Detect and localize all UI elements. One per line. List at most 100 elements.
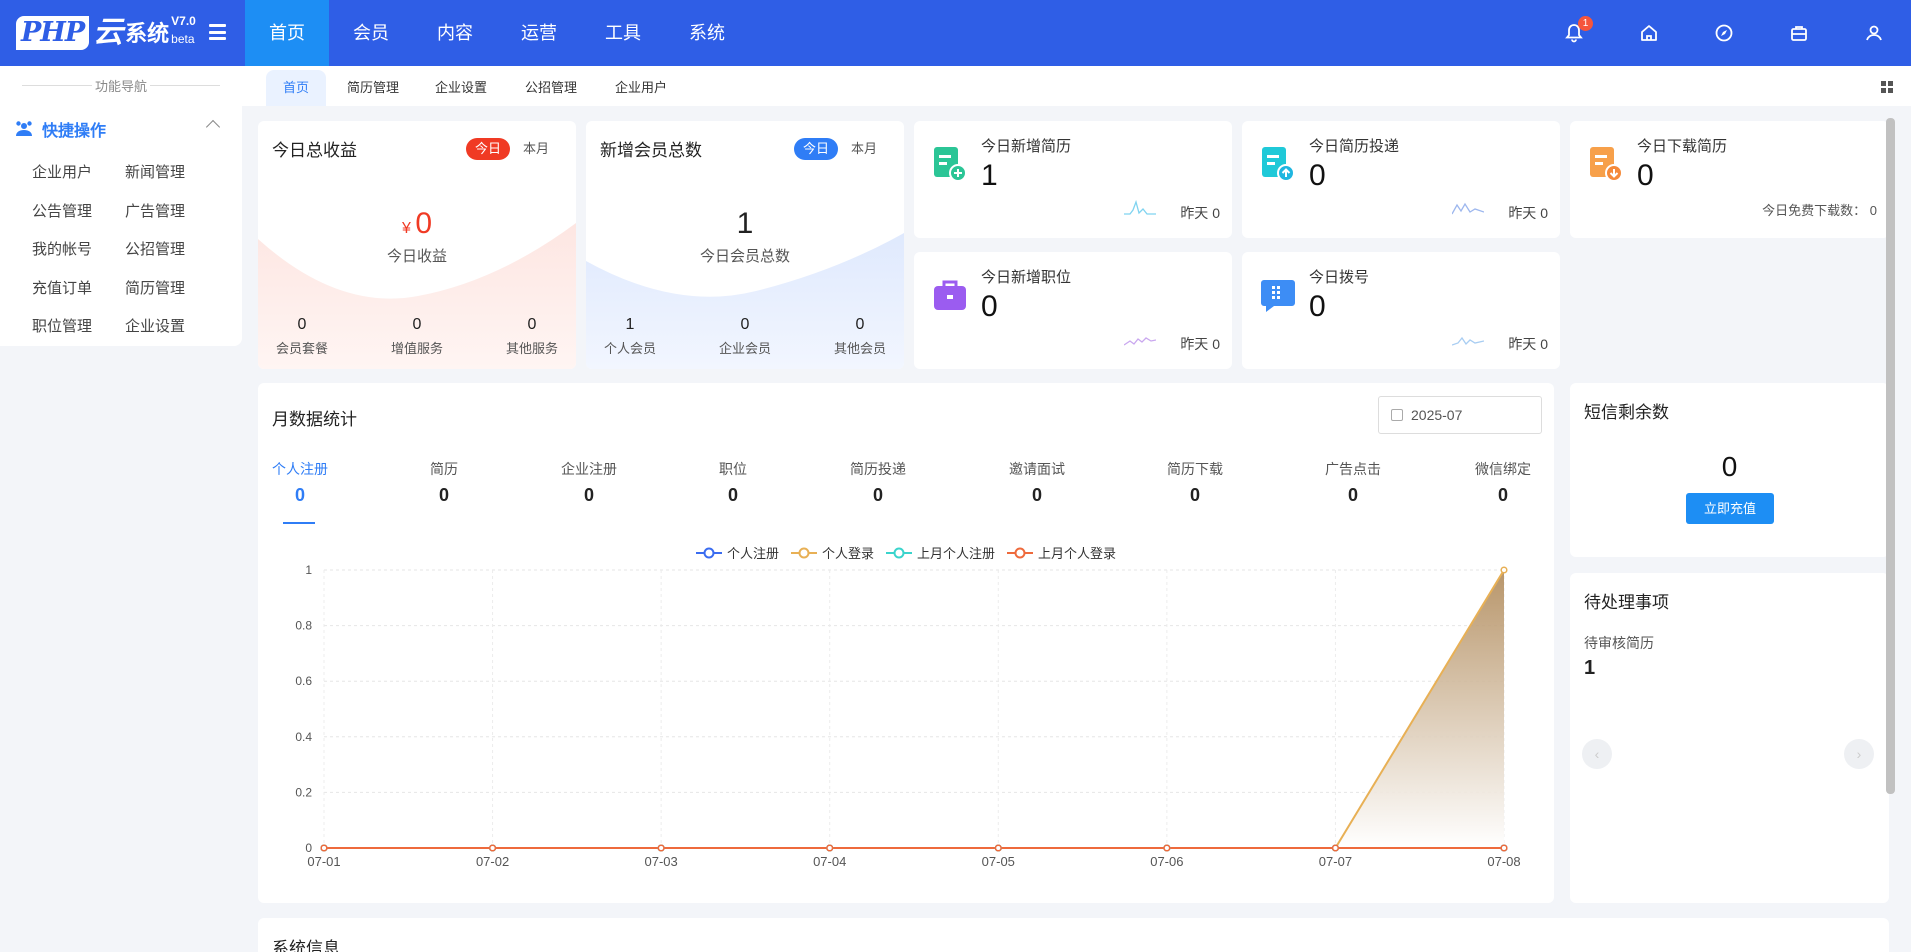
user-button[interactable]	[1836, 0, 1911, 66]
calendar-icon	[1391, 409, 1403, 421]
resume-delivery-yesterday: 昨天 0	[1508, 205, 1548, 221]
quick-item[interactable]: 企业设置	[125, 308, 218, 347]
stat-tab-label: 微信绑定	[1475, 461, 1531, 477]
tab-company-settings[interactable]: 企业设置	[426, 70, 496, 106]
data-point	[1500, 844, 1508, 852]
stat-tab-value: 0	[727, 485, 738, 505]
stat-label: 会员套餐	[275, 341, 328, 356]
home-button[interactable]	[1611, 0, 1686, 66]
stat-tab-value: 0	[1347, 485, 1358, 505]
tab-resume[interactable]: 简历管理	[338, 70, 408, 106]
x-tick-label: 07-04	[813, 854, 846, 869]
stat-tab-interview[interactable]: 邀请面试 0	[987, 459, 1087, 506]
stat-tab-label: 个人注册	[272, 461, 328, 477]
tab-home[interactable]: 首页	[266, 70, 326, 106]
sms-title: 短信剩余数	[1584, 403, 1669, 422]
stat-tab-personal-register[interactable]: 个人注册 0	[258, 459, 350, 506]
income-today-pill[interactable]: 今日	[465, 138, 510, 160]
stat-value: 0	[297, 316, 307, 333]
nav-system[interactable]: 系统	[665, 0, 749, 66]
members-period-toggle: 今日 本月	[790, 138, 886, 160]
nav-home[interactable]: 首页	[245, 0, 329, 66]
chevron-up-icon[interactable]	[205, 119, 221, 135]
new-resume-card: 今日新增简历 1 昨天 0	[914, 121, 1232, 238]
free-download-count: 今日免费下载数： 0	[1762, 200, 1877, 219]
notification-button[interactable]: 1	[1536, 0, 1611, 66]
home-icon	[1640, 25, 1657, 41]
stat-tab-value: 0	[1031, 485, 1042, 505]
quick-item[interactable]: 新闻管理	[125, 154, 218, 193]
quick-actions-header[interactable]: 快捷操作	[14, 118, 228, 140]
resume-download-value: 0	[1637, 159, 1654, 192]
data-point	[657, 844, 665, 852]
nav-content[interactable]: 内容	[413, 0, 497, 66]
tab-recruit[interactable]: 公招管理	[516, 70, 586, 106]
stat-label: 企业会员	[718, 341, 771, 356]
resume-add-icon	[934, 147, 967, 182]
free-download-label: 今日免费下载数：	[1762, 203, 1867, 218]
menu-toggle-icon[interactable]	[209, 24, 226, 40]
briefcase-button[interactable]	[1761, 0, 1836, 66]
quick-item[interactable]: 公告管理	[32, 193, 125, 232]
quick-item[interactable]: 简历管理	[125, 270, 218, 309]
income-title: 今日总收益	[272, 141, 357, 160]
sparkline-icon	[1124, 200, 1156, 215]
nav-tools[interactable]: 工具	[581, 0, 665, 66]
income-value: ¥ 0	[258, 207, 576, 241]
tab-company-users[interactable]: 企业用户	[606, 70, 676, 106]
monthly-stat-tabs: 个人注册 0 简历 0 企业注册 0 职位 0 简历投递 0 邀请面试 0 简历下载 0 广告…	[258, 459, 1554, 523]
stat-tab-resume-download[interactable]: 简历下载 0	[1145, 459, 1245, 506]
stat-tab-ad-click[interactable]: 广告点击 0	[1303, 459, 1403, 506]
quick-item[interactable]: 我的帐号	[32, 231, 125, 270]
month-date-picker[interactable]: 2025-07	[1378, 396, 1542, 434]
resume-delivery-card: 今日简历投递 0 昨天 0	[1242, 121, 1560, 238]
compass-button[interactable]	[1686, 0, 1761, 66]
quick-item[interactable]: 企业用户	[32, 154, 125, 193]
income-month-pill[interactable]: 本月	[514, 138, 558, 160]
legend-marker	[695, 547, 722, 558]
stat-tab-wechat-bind[interactable]: 微信绑定 0	[1453, 459, 1553, 506]
stat-tab-job[interactable]: 职位 0	[683, 459, 783, 506]
recharge-button[interactable]: 立即充值	[1686, 493, 1774, 524]
quick-item[interactable]: 公招管理	[125, 231, 218, 270]
stat-tab-value: 0	[294, 485, 305, 505]
quick-item[interactable]: 职位管理	[32, 308, 125, 347]
pending-item-value: 1	[1584, 657, 1596, 679]
job-bag-icon	[934, 280, 966, 310]
members-value: 1	[736, 207, 754, 240]
stat-label: 增值服务	[390, 341, 443, 356]
members-today-pill[interactable]: 今日	[793, 138, 838, 160]
income-stat: 0 会员套餐	[270, 316, 334, 357]
stat-tab-value: 0	[1497, 485, 1508, 505]
x-tick-label: 07-06	[1150, 854, 1183, 869]
legend-item[interactable]: 上月个人登录	[1007, 543, 1116, 562]
legend-item[interactable]: 上月个人注册	[886, 543, 995, 562]
app-logo[interactable]: PHP 云 系统 V7.0 beta	[16, 14, 196, 54]
grid-icon[interactable]	[1881, 81, 1893, 93]
legend-item[interactable]: 个人注册	[695, 543, 779, 562]
members-month-pill[interactable]: 本月	[842, 138, 886, 160]
stat-value: 0	[855, 316, 865, 333]
nav-member[interactable]: 会员	[329, 0, 413, 66]
income-amount: 0	[415, 207, 433, 240]
new-resume-title: 今日新增简历	[981, 138, 1072, 155]
legend-item[interactable]: 个人登录	[790, 543, 874, 562]
stat-tab-value: 0	[583, 485, 594, 505]
monthly-stats-card: 月数据统计 2025-07 个人注册 0 简历 0 企业注册 0 职位 0 简历投递 0 …	[258, 383, 1554, 903]
stat-tab-value: 0	[872, 485, 883, 505]
stat-tab-resume[interactable]: 简历 0	[394, 459, 494, 506]
nav-operation[interactable]: 运营	[497, 0, 581, 66]
quick-item[interactable]: 广告管理	[125, 193, 218, 232]
page-scrollbar[interactable]	[1886, 118, 1895, 794]
sidebar-title: 功能导航	[0, 76, 242, 95]
top-bar: PHP 云 系统 V7.0 beta 首页 会员 内容 运营 工具 系统 1	[0, 0, 1911, 66]
stat-tab-resume-delivery[interactable]: 简历投递 0	[828, 459, 928, 506]
quick-item[interactable]: 充值订单	[32, 270, 125, 309]
income-stat: 0 增值服务	[385, 316, 449, 357]
stat-tab-company-register[interactable]: 企业注册 0	[539, 459, 639, 506]
next-arrow-button[interactable]: ›	[1844, 739, 1874, 769]
prev-arrow-button[interactable]: ‹	[1582, 739, 1612, 769]
dial-title: 今日拨号	[1309, 269, 1370, 286]
user-icon	[1865, 25, 1882, 41]
sparkline-icon	[1452, 202, 1484, 215]
